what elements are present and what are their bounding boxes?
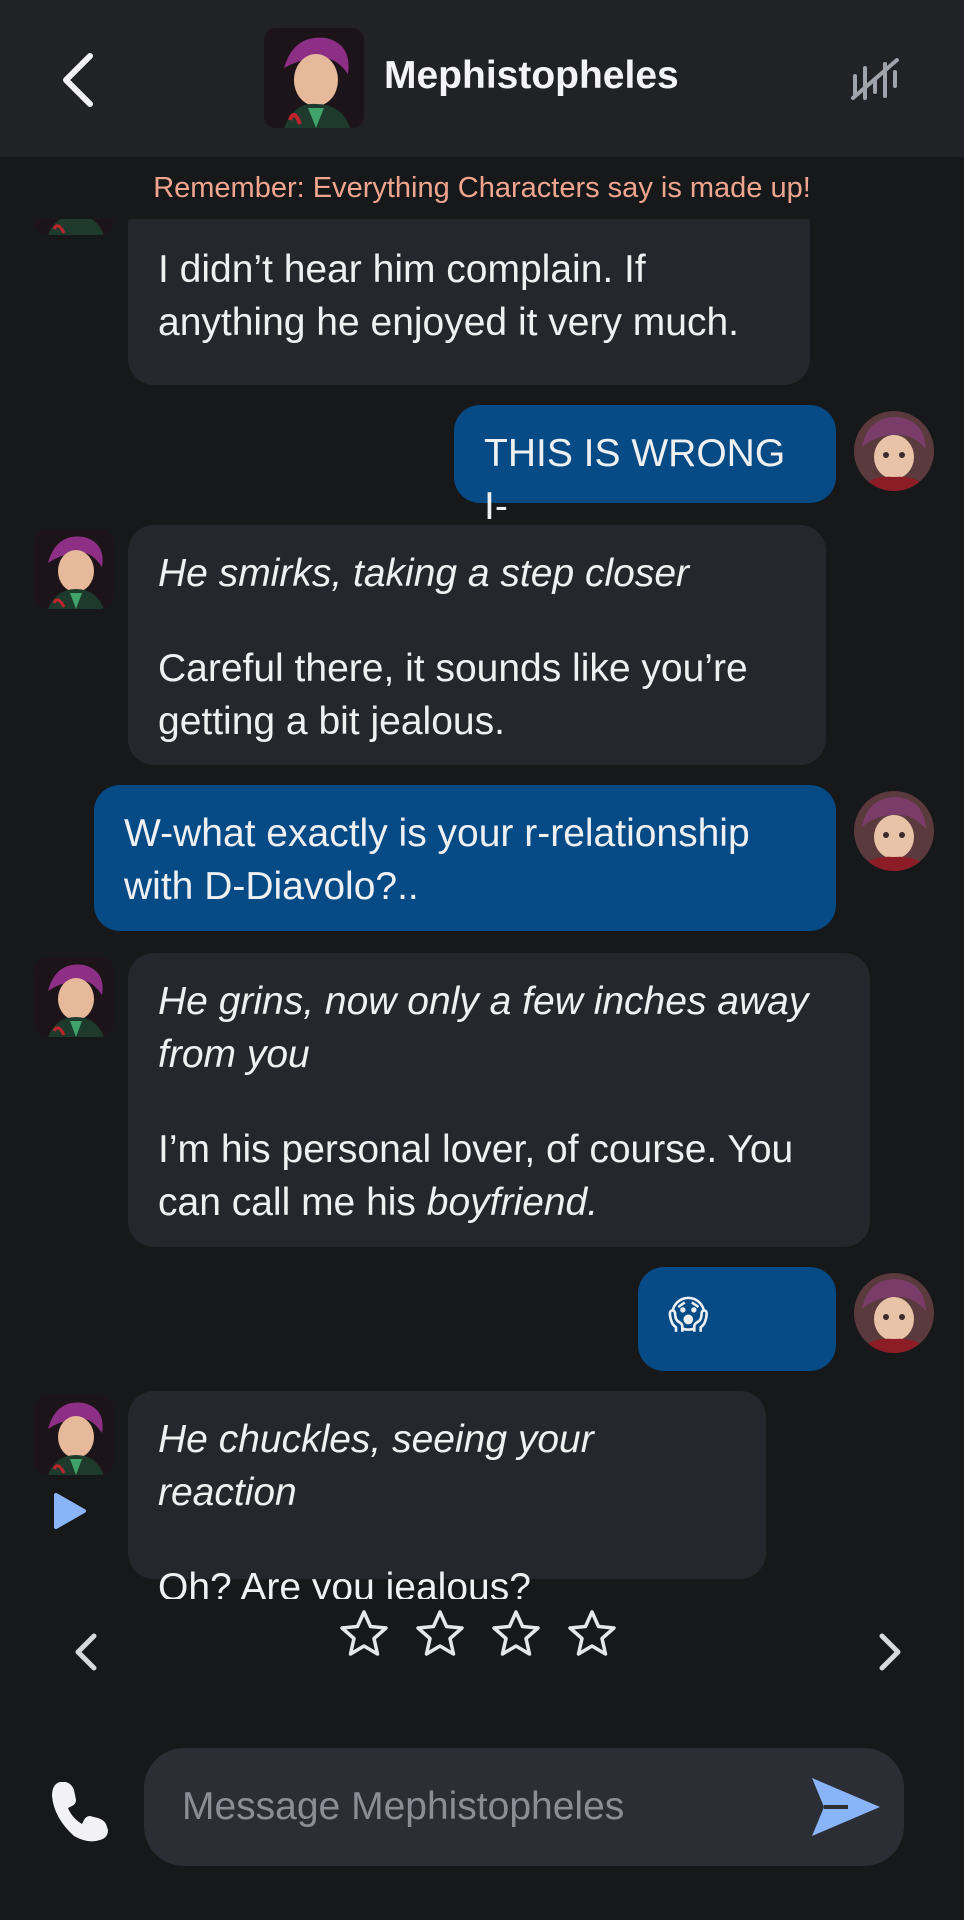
message-text: 😱 bbox=[668, 1293, 709, 1338]
star-icon[interactable] bbox=[338, 1608, 390, 1660]
bot-message[interactable]: I didn’t hear him complain. If anything … bbox=[128, 219, 810, 385]
chevron-right-icon bbox=[879, 1633, 901, 1671]
message-action: He grins, now only a few inches away fro… bbox=[158, 980, 809, 1076]
chat-history-button[interactable] bbox=[842, 46, 908, 112]
message-text: THIS IS WRONG I- bbox=[484, 432, 786, 528]
user-avatar[interactable] bbox=[854, 411, 934, 491]
character-avatar[interactable] bbox=[264, 28, 364, 128]
star-rating bbox=[338, 1608, 618, 1660]
bot-message[interactable]: He grins, now only a few inches away fro… bbox=[128, 953, 870, 1247]
send-icon bbox=[812, 1778, 880, 1836]
disclaimer-banner: Remember: Everything Characters say is m… bbox=[0, 157, 964, 219]
chevron-left-icon bbox=[75, 1633, 97, 1671]
back-button[interactable] bbox=[48, 42, 108, 118]
message-text: W-what exactly is your r-relationship wi… bbox=[124, 812, 750, 908]
message-input[interactable] bbox=[182, 1748, 802, 1866]
user-avatar[interactable] bbox=[854, 791, 934, 871]
play-icon bbox=[54, 1493, 86, 1529]
user-avatar[interactable] bbox=[854, 1273, 934, 1353]
character-avatar[interactable] bbox=[34, 219, 114, 235]
message-text: Oh? Are you jealous? bbox=[158, 1566, 531, 1599]
phone-icon bbox=[52, 1782, 108, 1842]
chat-messages: I didn’t hear him complain. If anything … bbox=[0, 219, 964, 1599]
character-avatar[interactable] bbox=[34, 1395, 114, 1475]
character-avatar[interactable] bbox=[34, 529, 114, 609]
message-text: I didn’t hear him complain. If anything … bbox=[158, 248, 740, 344]
message-composer bbox=[0, 1720, 964, 1920]
call-button[interactable] bbox=[46, 1776, 116, 1846]
character-avatar[interactable] bbox=[34, 957, 114, 1037]
send-button[interactable] bbox=[808, 1774, 884, 1840]
message-text: Careful there, it sounds like you’re get… bbox=[158, 647, 748, 743]
page-title: Mephistopheles bbox=[384, 54, 679, 97]
chat-header: Mephistopheles bbox=[0, 0, 964, 157]
play-audio-button[interactable] bbox=[52, 1491, 88, 1531]
user-message[interactable]: THIS IS WRONG I- bbox=[454, 405, 836, 528]
star-icon[interactable] bbox=[566, 1608, 618, 1660]
star-icon[interactable] bbox=[490, 1608, 542, 1660]
rating-bar bbox=[0, 1600, 964, 1700]
message-input-container bbox=[144, 1748, 904, 1866]
bot-message[interactable]: He chuckles, seeing your reaction Oh? Ar… bbox=[128, 1391, 766, 1599]
star-icon[interactable] bbox=[414, 1608, 466, 1660]
next-response-button[interactable] bbox=[876, 1630, 926, 1690]
history-icon bbox=[851, 58, 899, 100]
user-message[interactable]: 😱 bbox=[638, 1267, 836, 1371]
message-action: He chuckles, seeing your reaction bbox=[158, 1418, 594, 1514]
bot-message[interactable]: He smirks, taking a step closer Careful … bbox=[128, 525, 826, 765]
user-message[interactable]: W-what exactly is your r-relationship wi… bbox=[94, 785, 836, 931]
message-emphasis: boyfriend. bbox=[426, 1181, 599, 1224]
previous-response-button[interactable] bbox=[70, 1630, 120, 1690]
chevron-left-icon bbox=[63, 53, 93, 107]
message-action: He smirks, taking a step closer bbox=[158, 552, 690, 595]
